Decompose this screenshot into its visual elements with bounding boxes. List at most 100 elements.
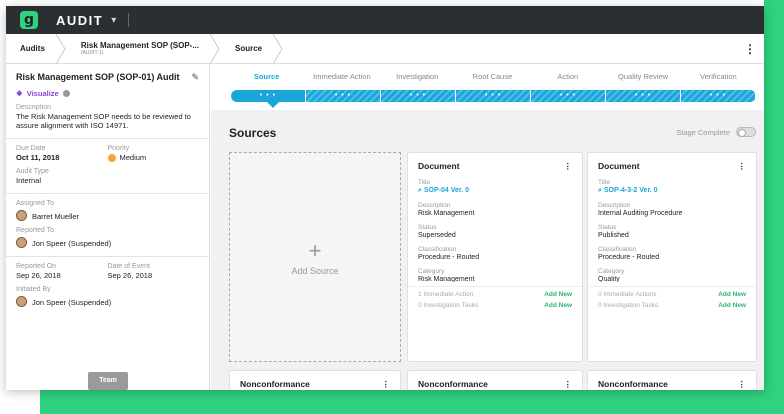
reported-on-value: Sep 26, 2018 bbox=[16, 271, 61, 281]
source-card[interactable]: Document ⋮ Title ⌕ SOP-04 Ver. 0 Descript… bbox=[407, 152, 583, 362]
audit-type-label: Audit Type bbox=[16, 168, 49, 176]
reported-to-value: Jon Speer (Suspended) bbox=[32, 238, 112, 248]
card-footer-row: 0 Investigation Tasks Add New bbox=[598, 302, 746, 309]
visualize-link[interactable]: ❖ Visualize bbox=[16, 89, 199, 98]
classification-label: Classification bbox=[418, 246, 457, 253]
sources-heading: Sources bbox=[229, 126, 277, 140]
initiated-by-person[interactable]: Jon Speer (Suspended) bbox=[16, 296, 199, 308]
breadcrumb-item-source[interactable]: Source bbox=[221, 33, 284, 64]
card-footer-row: 1 Immediate Action Add New bbox=[418, 291, 572, 298]
tab-root-cause[interactable]: Root Cause bbox=[455, 72, 530, 81]
reported-to-label: Reported To bbox=[16, 227, 55, 235]
description-label: Description bbox=[418, 202, 451, 209]
tab-immediate-action[interactable]: Immediate Action bbox=[304, 72, 379, 81]
card-header: Document ⋮ bbox=[418, 161, 572, 172]
team-button[interactable]: Team bbox=[88, 372, 128, 390]
document-link[interactable]: ⌕ SOP-4-3-2 Ver. 0 bbox=[598, 187, 746, 195]
avatar bbox=[16, 210, 27, 222]
card-type: Document bbox=[418, 161, 460, 171]
add-new-button[interactable]: Add New bbox=[544, 302, 572, 309]
visualize-label: Visualize bbox=[26, 89, 59, 98]
stage-segment[interactable]: • • • bbox=[681, 90, 756, 102]
nonconformance-card[interactable]: Nonconformance ⋮ bbox=[229, 370, 401, 390]
assigned-to-value: Barret Mueller bbox=[32, 211, 80, 221]
stage-segment[interactable]: • • • bbox=[306, 90, 381, 102]
status-value: Superseded bbox=[418, 232, 456, 239]
title-label: Title bbox=[598, 179, 611, 186]
tab-action[interactable]: Action bbox=[530, 72, 605, 81]
more-options-icon[interactable]: ⋮ bbox=[564, 379, 573, 390]
more-options-icon[interactable]: ⋮ bbox=[382, 379, 391, 390]
document-link[interactable]: ⌕ SOP-04 Ver. 0 bbox=[418, 187, 572, 195]
tab-verification[interactable]: Verification bbox=[681, 72, 756, 81]
add-new-button[interactable]: Add New bbox=[718, 302, 746, 309]
card-type: Nonconformance bbox=[598, 379, 668, 389]
priority-value: Medium bbox=[119, 153, 147, 162]
breadcrumb-chevron-icon bbox=[55, 33, 66, 64]
nonconformance-card[interactable]: Nonconformance ⋮ bbox=[587, 370, 757, 390]
card-header: Nonconformance ⋮ bbox=[598, 379, 746, 390]
status-label: Status bbox=[418, 224, 437, 231]
status-value: Published bbox=[598, 232, 629, 239]
audit-title: Risk Management SOP (SOP-01) Audit bbox=[16, 72, 180, 82]
more-options-icon[interactable]: ⋮ bbox=[738, 161, 747, 172]
divider bbox=[6, 193, 209, 195]
priority-dot-icon bbox=[107, 154, 116, 163]
reported-to-person[interactable]: Jon Speer (Suspended) bbox=[16, 237, 199, 249]
document-title: SOP-04 Ver. 0 bbox=[423, 187, 470, 194]
classification-value: Procedure - Routed bbox=[418, 254, 480, 261]
app-title[interactable]: AUDIT bbox=[56, 13, 103, 28]
info-icon[interactable] bbox=[62, 90, 70, 97]
more-options-icon[interactable]: ⋮ bbox=[744, 42, 756, 56]
category-value: Quality bbox=[598, 276, 620, 282]
stage-segment[interactable]: • • • bbox=[606, 90, 681, 102]
more-options-icon[interactable]: ⋮ bbox=[738, 379, 747, 390]
more-options-icon[interactable]: ⋮ bbox=[564, 161, 573, 172]
main-content: Source Immediate Action Investigation Ro… bbox=[211, 64, 764, 390]
audit-details-panel: Risk Management SOP (SOP-01) Audit ✎ ❖ V… bbox=[6, 64, 210, 390]
card-type: Nonconformance bbox=[240, 379, 310, 389]
divider bbox=[408, 286, 582, 287]
visualize-icon: ❖ bbox=[16, 89, 23, 98]
tab-quality-review[interactable]: Quality Review bbox=[605, 72, 680, 81]
app-logo-icon[interactable]: g bbox=[20, 11, 38, 29]
avatar bbox=[16, 296, 27, 308]
document-title: SOP-4-3-2 Ver. 0 bbox=[603, 187, 658, 194]
edit-pencil-icon[interactable]: ✎ bbox=[191, 72, 199, 83]
add-source-button[interactable]: + Add Source bbox=[229, 152, 401, 362]
stage-segment[interactable]: • • • bbox=[531, 90, 606, 102]
stage-bar: • • • • • • • • • • • • • • • • • • • • … bbox=[231, 90, 756, 102]
assigned-to-person[interactable]: Barret Mueller bbox=[16, 210, 199, 222]
active-stage-pointer-icon bbox=[267, 102, 279, 108]
tab-source[interactable]: Source bbox=[229, 72, 304, 81]
investigation-tasks-count: 0 Investigation Tasks bbox=[418, 302, 479, 309]
card-header: Nonconformance ⋮ bbox=[240, 379, 390, 390]
stage-segment[interactable]: • • • bbox=[231, 90, 306, 102]
breadcrumb-item-risk-sop[interactable]: Risk Management SOP (SOP-... (AUDIT-1) bbox=[67, 33, 221, 64]
breadcrumb-item-audits[interactable]: Audits bbox=[6, 33, 67, 64]
stage-progress: Source Immediate Action Investigation Ro… bbox=[211, 64, 764, 110]
app-window: g AUDIT ▾ Audits Risk Management SOP (SO… bbox=[6, 6, 764, 390]
stage-segment[interactable]: • • • bbox=[456, 90, 531, 102]
add-new-button[interactable]: Add New bbox=[718, 291, 746, 298]
breadcrumb-label: Audits bbox=[20, 44, 45, 53]
priority-value-row: Medium bbox=[107, 153, 200, 163]
card-footer-row: 0 Investigation Tasks Add New bbox=[418, 302, 572, 309]
due-date-label: Due Date bbox=[16, 145, 46, 152]
immediate-actions-count: 0 Immediate Actions bbox=[598, 291, 657, 298]
chevron-down-icon[interactable]: ▾ bbox=[111, 15, 116, 26]
add-new-button[interactable]: Add New bbox=[544, 291, 572, 298]
nonconformance-card[interactable]: Nonconformance ⋮ bbox=[407, 370, 583, 390]
card-type: Document bbox=[598, 161, 640, 171]
avatar bbox=[16, 237, 27, 249]
source-card[interactable]: Document ⋮ Title ⌕ SOP-4-3-2 Ver. 0 Descr… bbox=[587, 152, 757, 362]
immediate-actions-count: 1 Immediate Action bbox=[418, 291, 474, 298]
stage-segment[interactable]: • • • bbox=[381, 90, 456, 102]
date-of-event-value: Sep 26, 2018 bbox=[107, 271, 153, 281]
breadcrumb-chevron-icon bbox=[272, 33, 283, 64]
breadcrumb-label: Source bbox=[235, 44, 263, 53]
stage-complete-toggle[interactable] bbox=[736, 127, 756, 137]
reported-on-label: Reported On bbox=[16, 263, 57, 271]
tab-investigation[interactable]: Investigation bbox=[380, 72, 455, 81]
breadcrumb-label: Risk Management SOP (SOP-... bbox=[80, 41, 199, 50]
